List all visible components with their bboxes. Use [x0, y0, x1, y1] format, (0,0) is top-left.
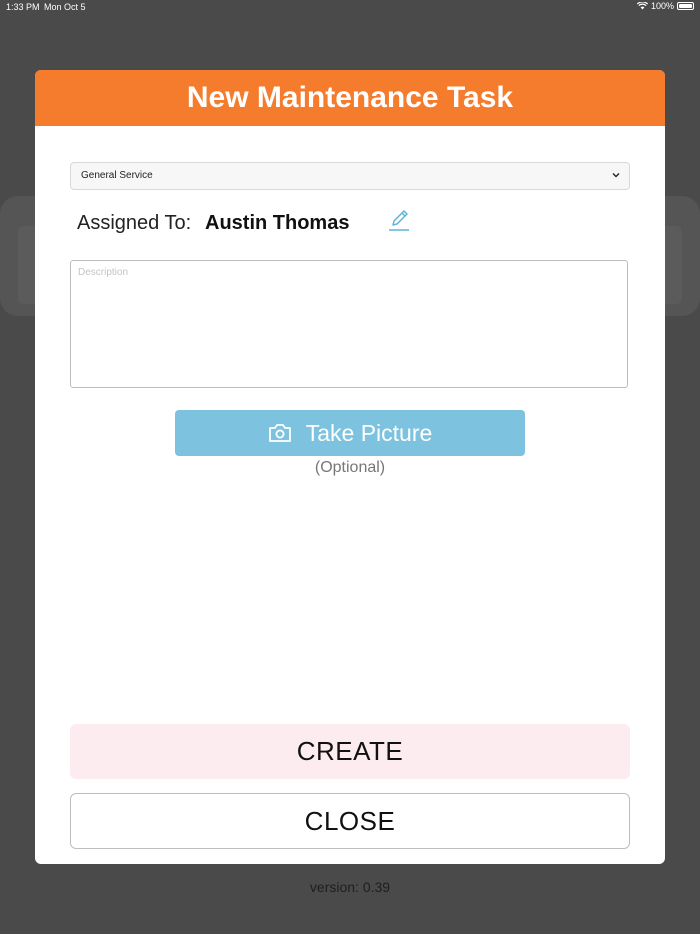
assigned-to-label: Assigned To:	[77, 212, 192, 234]
battery-icon	[677, 2, 694, 10]
pencil-icon[interactable]	[387, 207, 411, 233]
optional-note: (Optional)	[314, 459, 386, 476]
status-time: 1:33 PM	[6, 2, 40, 12]
close-label: CLOSE	[304, 805, 396, 836]
create-label: CREATE	[296, 736, 404, 766]
camera-icon	[268, 424, 291, 442]
modal-header: New Maintenance Task	[35, 70, 665, 126]
status-bar: 1:33 PM Mon Oct 5 100%	[0, 0, 700, 14]
service-type-select[interactable]: General Service	[70, 162, 630, 190]
take-picture-label: Take Picture	[305, 419, 433, 446]
modal-title: New Maintenance Task	[186, 81, 514, 114]
close-button[interactable]: CLOSE	[70, 793, 630, 849]
battery-percent: 100%	[650, 1, 674, 11]
chevron-down-icon	[612, 173, 620, 178]
new-task-modal: New Maintenance Task General Service Ass…	[35, 70, 665, 864]
version-label: version: 0.39	[309, 879, 391, 895]
wifi-icon	[636, 2, 648, 10]
description-field[interactable]	[70, 260, 628, 388]
create-button[interactable]: CREATE	[70, 724, 630, 779]
status-date: Mon Oct 5	[44, 2, 86, 12]
take-picture-button[interactable]: Take Picture	[175, 410, 525, 456]
service-type-value: General Service	[81, 170, 153, 181]
status-indicators: 100%	[636, 1, 694, 11]
assigned-to-name: Austin Thomas	[205, 212, 350, 234]
